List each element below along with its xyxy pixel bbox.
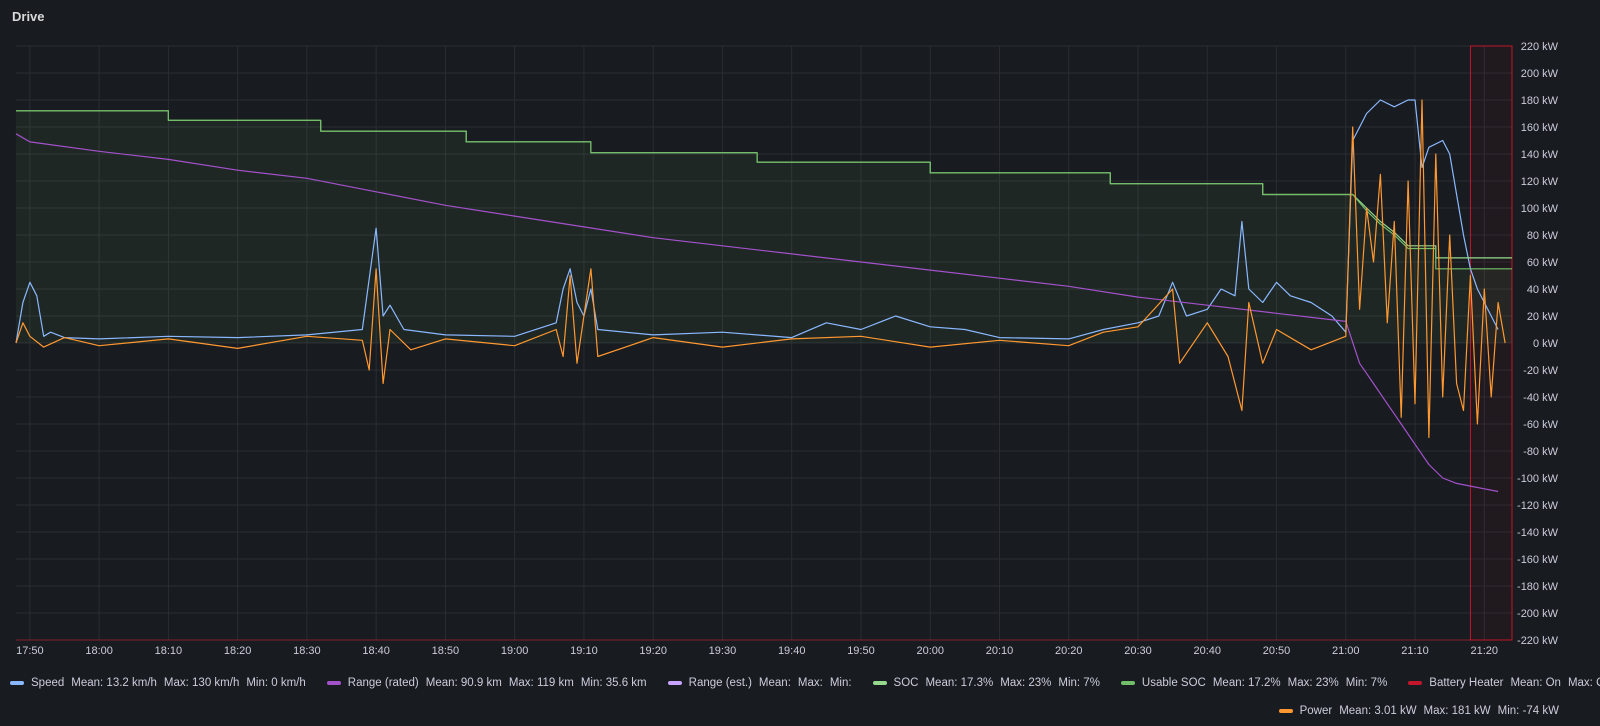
legend-swatch [1120, 681, 1135, 685]
y-tick-label: -180 kW [1517, 581, 1559, 593]
legend-swatch [1408, 681, 1423, 685]
y-tick-label: 100 kW [1521, 203, 1559, 215]
x-tick-label: 19:20 [639, 645, 667, 657]
legend-label: Usable SOC [1141, 677, 1206, 689]
x-tick-label: 19:40 [778, 645, 806, 657]
y-axis-ticks: 220 kW 200 kW 180 kW 160 kW 140 kW 120 kW 100 … [1517, 41, 1559, 647]
y-tick-label: -20 kW [1523, 365, 1558, 377]
legend-stat-min: Min: 7% [1058, 677, 1100, 689]
x-tick-label: 20:50 [1263, 645, 1291, 657]
legend-label: Range (est.) [688, 677, 752, 689]
x-tick-label: 18:30 [293, 645, 321, 657]
legend-label: Battery Heater [1429, 677, 1504, 689]
legend-stat-max: Max: On [1567, 677, 1600, 689]
legend-stat-max: Max: 119 km [508, 677, 574, 689]
x-tick-label: 21:10 [1401, 645, 1429, 657]
y-tick-label: -100 kW [1517, 473, 1559, 485]
legend-label: SOC [893, 677, 919, 689]
y-tick-label: -200 kW [1517, 608, 1559, 620]
legend-stat-mean: Mean: On [1510, 677, 1561, 689]
legend-item-range-est[interactable]: Range (est.) Mean: Max: Min: [667, 677, 859, 689]
x-tick-label: 17:50 [16, 645, 44, 657]
legend-stat-mean: Mean: [758, 677, 791, 689]
legend: Speed Mean: 13.2 km/h Max: 130 km/h Min: 0 … [10, 677, 1600, 689]
y-tick-label: 120 kW [1521, 176, 1559, 188]
legend-label: Range (rated) [347, 677, 419, 689]
x-tick-label: 19:50 [847, 645, 875, 657]
y-tick-label: -80 kW [1523, 446, 1558, 458]
y-tick-label: 160 kW [1521, 122, 1559, 134]
x-tick-label: 18:50 [432, 645, 460, 657]
x-tick-label: 19:00 [501, 645, 529, 657]
legend-item-soc[interactable]: SOC Mean: 17.3% Max: 23% Min: 7% [872, 677, 1107, 689]
legend-item-speed[interactable]: Speed Mean: 13.2 km/h Max: 130 km/h Min: 0 … [10, 677, 313, 689]
y-tick-label: 80 kW [1527, 230, 1559, 242]
legend-stat-min: Min: -74 kW [1497, 705, 1559, 717]
legend-item-power[interactable]: Power Mean: 3.01 kW Max: 181 kW Min: -74 kW [1278, 705, 1566, 717]
legend-swatch [872, 681, 887, 685]
legend-stat-max: Max: 23% [1287, 677, 1339, 689]
legend-stat-mean: Mean: 17.2% [1212, 677, 1281, 689]
y-tick-label: 0 kW [1533, 338, 1559, 350]
legend-stat-max: Max: 181 kW [1423, 705, 1491, 717]
x-tick-label: 19:10 [570, 645, 598, 657]
y-tick-label: 40 kW [1527, 284, 1559, 296]
legend-stat-min: Min: 7% [1345, 677, 1388, 689]
legend-swatch [1278, 709, 1293, 713]
y-tick-label: 200 kW [1521, 68, 1559, 80]
legend-stat-mean: Mean: 13.2 km/h [71, 677, 157, 689]
soc-area [16, 110, 1512, 343]
x-tick-label: 20:20 [1055, 645, 1083, 657]
usable-soc-area [16, 110, 1512, 343]
x-tick-label: 19:30 [709, 645, 737, 657]
x-tick-label: 18:20 [224, 645, 252, 657]
legend-swatch [326, 681, 341, 685]
legend-item-range-rated[interactable]: Range (rated) Mean: 90.9 km Max: 119 km Min… [326, 677, 654, 689]
legend-swatch [667, 681, 682, 685]
x-tick-label: 21:00 [1332, 645, 1360, 657]
legend-item-battery-heater[interactable]: Battery HeaterMean: OnMax: OnMin: Off [1408, 677, 1600, 689]
legend-stat-mean: Mean: 17.3% [925, 677, 994, 689]
y-tick-label: 60 kW [1527, 257, 1559, 269]
legend-stat-min: Min: 0 km/h [246, 677, 306, 689]
y-tick-label: -60 kW [1523, 419, 1558, 431]
legend-stat-max: Max: 130 km/h [163, 677, 240, 689]
legend-item-usable-soc[interactable]: Usable SOC Mean: 17.2% Max: 23% Min: 7% [1120, 677, 1394, 689]
y-tick-label: -40 kW [1523, 392, 1558, 404]
y-tick-label: 140 kW [1521, 149, 1559, 161]
x-tick-label: 18:10 [155, 645, 183, 657]
y-tick-label: -220 kW [1517, 635, 1559, 647]
legend-stat-min: Min: 35.6 km [580, 677, 647, 689]
legend-stat-min: Min: [829, 677, 852, 689]
legend-label: Speed [31, 677, 65, 689]
x-tick-label: 18:40 [362, 645, 390, 657]
x-tick-label: 21:20 [1471, 645, 1499, 657]
drive-panel: Drive 220 kW 200 kW 180 kW 160 kW 140 kW 120 … [0, 0, 1600, 726]
x-tick-label: 20:30 [1124, 645, 1152, 657]
x-axis-ticks: 17:50 18:00 18:10 18:20 18:30 18:40 18:50 19:00… [16, 645, 1498, 657]
x-tick-label: 20:00 [916, 645, 944, 657]
legend-stat-max: Max: [797, 677, 823, 689]
y-tick-label: -140 kW [1517, 527, 1559, 539]
x-tick-label: 18:00 [85, 645, 113, 657]
y-tick-label: -120 kW [1517, 500, 1559, 512]
drive-chart[interactable]: 220 kW 200 kW 180 kW 160 kW 140 kW 120 kW 100 … [0, 0, 1600, 672]
legend-label: Power [1299, 705, 1333, 717]
legend-stat-mean: Mean: 90.9 km [425, 677, 502, 689]
y-tick-label: 20 kW [1527, 311, 1559, 323]
legend-stat-mean: Mean: 3.01 kW [1339, 705, 1417, 717]
x-tick-label: 20:10 [986, 645, 1014, 657]
legend-swatch [10, 681, 24, 685]
legend-power: Power Mean: 3.01 kW Max: 181 kW Min: -74 kW [10, 705, 1580, 717]
x-tick-label: 20:40 [1193, 645, 1221, 657]
y-tick-label: 180 kW [1521, 95, 1559, 107]
legend-stat-max: Max: 23% [1000, 677, 1052, 689]
y-tick-label: 220 kW [1521, 41, 1559, 53]
y-tick-label: -160 kW [1517, 554, 1559, 566]
